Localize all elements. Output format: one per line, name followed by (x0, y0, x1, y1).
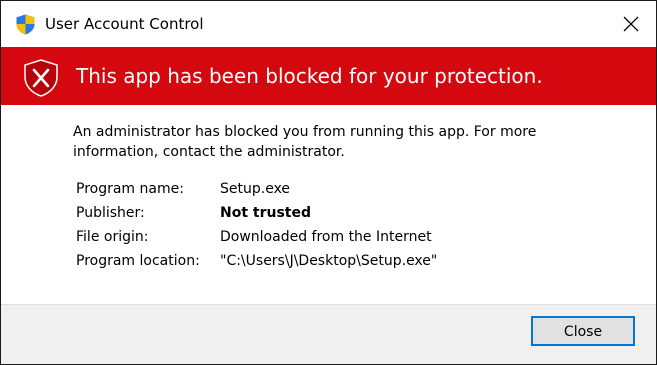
detail-label: Program location: (76, 253, 200, 269)
blocked-banner: This app has been blocked for your prote… (1, 47, 656, 105)
detail-label: Program name: (76, 181, 184, 197)
close-button[interactable]: Close (531, 316, 635, 346)
title-bar[interactable]: User Account Control (1, 1, 656, 47)
publisher-value: Not trusted (220, 205, 312, 221)
detail-label: File origin: (76, 229, 149, 245)
uac-shield-icon (16, 14, 35, 35)
program-location-value: "C:\Users\J\Desktop\Setup.exe" (220, 253, 438, 269)
message-line: information, contact the administrator. (73, 144, 345, 160)
close-icon[interactable] (616, 9, 646, 39)
blocked-shield-icon (23, 59, 59, 97)
file-origin-value: Downloaded from the Internet (220, 229, 432, 245)
message-line: An administrator has blocked you from ru… (73, 124, 537, 140)
dialog-footer: Close (1, 304, 656, 364)
admin-message: An administrator has blocked you from ru… (73, 122, 613, 162)
banner-heading: This app has been blocked for your prote… (76, 64, 543, 88)
uac-dialog-window: User Account Control This app has been b… (0, 0, 657, 365)
window-title: User Account Control (45, 15, 204, 33)
program-name-value: Setup.exe (220, 181, 291, 197)
detail-label: Publisher: (76, 205, 145, 221)
